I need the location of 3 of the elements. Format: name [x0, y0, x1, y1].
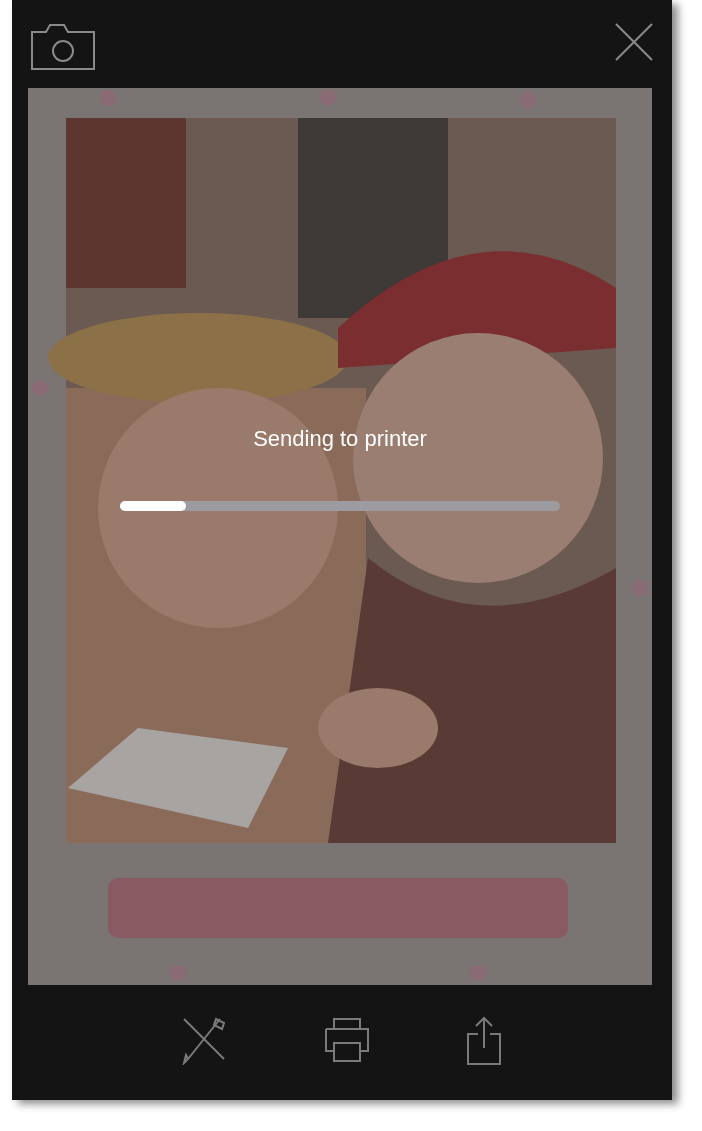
- close-icon[interactable]: [614, 22, 654, 62]
- camera-icon[interactable]: [30, 22, 96, 72]
- status-message: Sending to printer: [253, 425, 427, 453]
